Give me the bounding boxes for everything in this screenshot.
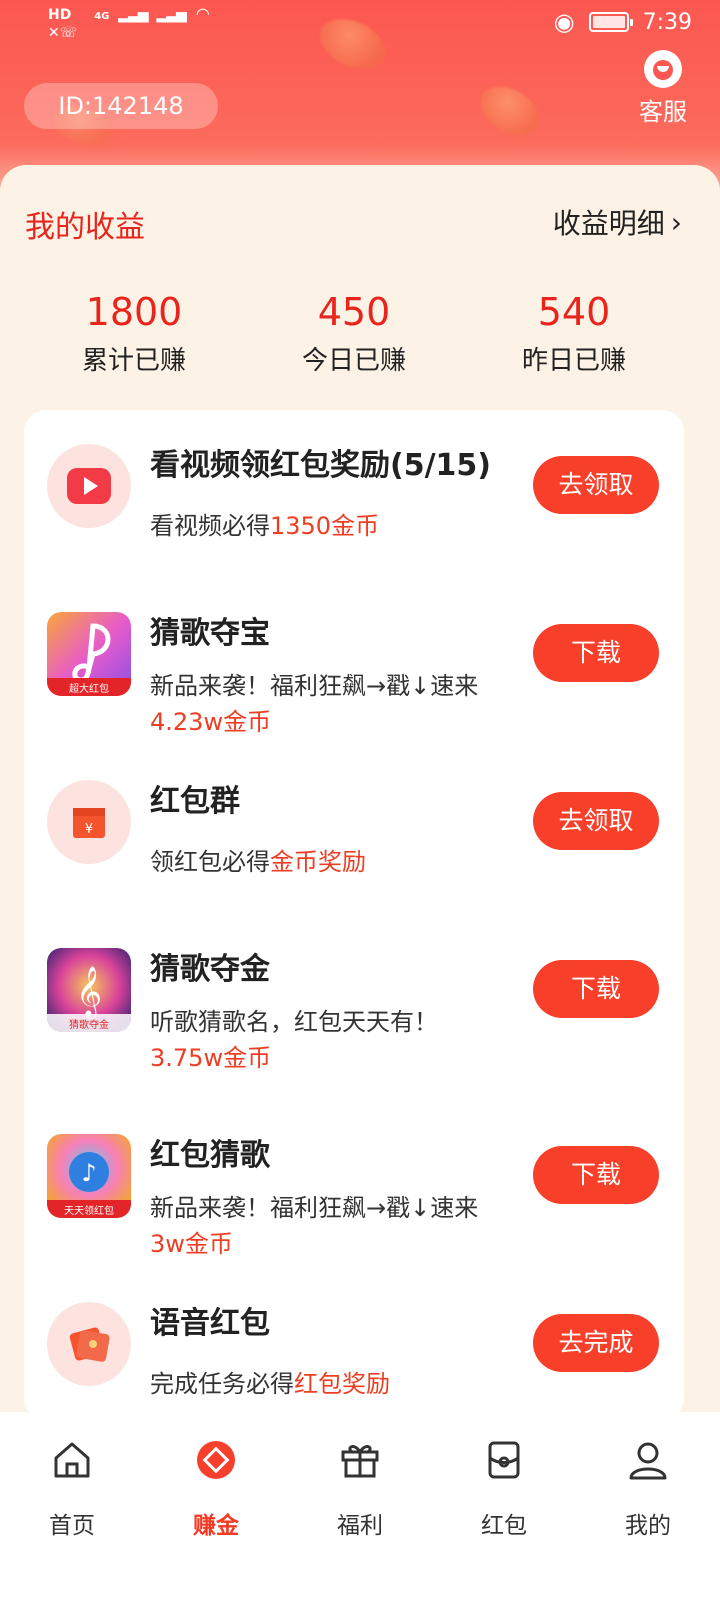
gift-icon [338,1438,382,1482]
voice-envelope-icon [47,1302,131,1386]
music-bubble-app-icon: ♪ 天天领红包 [47,1134,131,1218]
wifi-icon: ◠ [196,4,209,23]
status-left: HD 4G ▂▃▅ ▂▃▅ ◠ ✕☏ [48,4,209,42]
stat-yesterday: 540 昨日已赚 [464,290,684,377]
nav-item-red-envelope[interactable]: 红包 [432,1412,576,1600]
task-desc: 领红包必得金币奖励 [150,848,366,876]
stat-label: 昨日已赚 [521,346,626,376]
stat-label: 累计已赚 [81,346,186,376]
task-title: 猜歌夺宝 [150,616,270,651]
music-app-icon: 超大红包 [47,612,131,696]
svg-text:¥: ¥ [85,822,93,837]
task-item-voice-envelope: 语音红包 完成任务必得红包奖励 去完成 [24,1268,684,1408]
task-item-guess-song-treasure: 超大红包 猜歌夺宝 新品来袭！福利狂飙→戳↓速来 4.23w金币 下载 [24,578,684,746]
missed-call-icon: ✕☏ [48,25,78,41]
task-title: 语音红包 [150,1306,270,1341]
network-label: 4G [94,11,110,22]
nav-item-welfare[interactable]: 福利 [288,1412,432,1600]
service-label: 客服 [639,98,687,126]
red-envelope-icon: ¥ [47,780,131,864]
nav-label: 赚金 [193,1513,239,1539]
nav-label: 红包 [481,1513,527,1539]
battery-icon [588,12,633,32]
bottom-nav: 首页 赚金 福利 红包 我的 [0,1412,720,1600]
svg-text:𝄞: 𝄞 [76,966,102,1019]
earnings-stats: 1800 累计已赚 450 今日已赚 540 昨日已赚 [24,290,684,377]
task-desc: 完成任务必得红包奖励 [150,1370,390,1398]
nav-item-profile[interactable]: 我的 [576,1412,720,1600]
signal-icon: ▂▃▅ [156,7,186,23]
nav-label: 首页 [49,1513,95,1539]
task-desc: 新品来袭！福利狂飙→戳↓速来 [150,672,479,700]
chevron-right-icon: › [670,205,682,239]
nav-label: 福利 [337,1513,383,1539]
hd-label: HD [48,7,72,23]
task-list-card: 看视频领红包奖励(5/15) 看视频必得1350金币 去领取 超大红包 猜歌夺宝… [24,410,684,1420]
stat-total: 1800 累计已赚 [24,290,244,377]
signal-icon: ▂▃▅ [118,7,148,23]
stat-today: 450 今日已赚 [244,290,464,377]
status-bar: HD 4G ▂▃▅ ▂▃▅ ◠ ✕☏ ◉ 7:39 [0,0,720,54]
task-reward: 4.23w金币 [150,708,272,736]
task-desc: 新品来袭！福利狂飙→戳↓速来 [150,1194,479,1222]
app-badge-label: 天天领红包 [64,1206,114,1217]
claim-button[interactable]: 去领取 [533,792,659,850]
app-badge-label: 猜歌夺金 [69,1020,109,1031]
home-icon [50,1438,94,1482]
service-avatar-icon [644,50,682,88]
clock-time: 7:39 [642,9,692,35]
earnings-detail-label: 收益明细 [552,207,665,240]
task-reward: 3w金币 [150,1230,233,1258]
nav-item-earn[interactable]: 赚金 [144,1412,288,1600]
task-desc: 听歌猜歌名，红包天天有！ [150,1008,438,1036]
download-button[interactable]: 下载 [533,1146,659,1204]
task-title: 猜歌夺金 [150,952,270,987]
earnings-title: 我的收益 [25,210,145,245]
task-title: 红包群 [150,784,240,819]
download-button[interactable]: 下载 [533,960,659,1018]
task-title: 看视频领红包奖励(5/15) [150,448,492,483]
task-item-guess-song-gold: 𝄞 猜歌夺金 猜歌夺金 听歌猜歌名，红包天天有！ 3.75w金币 下载 [24,914,684,1082]
nav-item-home[interactable]: 首页 [0,1412,144,1600]
stat-value: 450 [317,290,391,334]
task-title: 红包猜歌 [150,1138,270,1173]
task-item-red-envelope-group: ¥ 红包群 领红包必得金币奖励 去领取 [24,746,684,886]
envelope-icon [482,1438,526,1482]
app-badge-label: 超大红包 [69,684,109,695]
task-desc: 看视频必得1350金币 [150,512,380,540]
download-button[interactable]: 下载 [533,624,659,682]
task-item-video: 看视频领红包奖励(5/15) 看视频必得1350金币 去领取 [24,410,684,550]
stat-value: 540 [537,290,611,334]
stat-value: 1800 [85,290,183,334]
earn-coin-icon [194,1438,238,1482]
customer-service-button[interactable]: 客服 [628,50,698,127]
music-note-app-icon: 𝄞 猜歌夺金 [47,948,131,1032]
user-id-pill[interactable]: ID:142148 [24,83,218,129]
task-reward: 3.75w金币 [150,1044,272,1072]
task-item-red-envelope-song: ♪ 天天领红包 红包猜歌 新品来袭！福利狂飙→戳↓速来 3w金币 下载 [24,1100,684,1268]
status-right: ◉ 7:39 [554,8,692,36]
nav-label: 我的 [625,1513,671,1539]
eye-icon: ◉ [553,8,575,36]
svg-text:♪: ♪ [81,1159,96,1187]
complete-button[interactable]: 去完成 [533,1314,659,1372]
video-play-icon [47,444,131,528]
earnings-detail-link[interactable]: 收益明细 › [553,202,682,242]
claim-button[interactable]: 去领取 [533,456,659,514]
profile-icon [626,1438,670,1482]
coin-decoration [471,76,549,146]
stat-label: 今日已赚 [301,346,406,376]
